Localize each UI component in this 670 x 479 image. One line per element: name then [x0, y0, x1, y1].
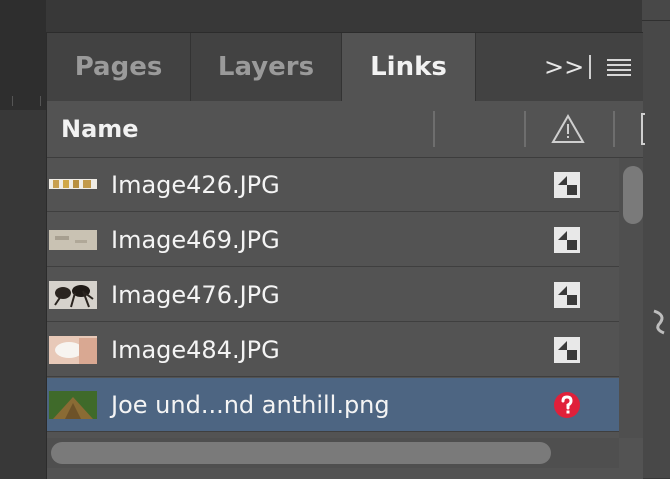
page-link-icon[interactable] [553, 336, 581, 364]
list-item[interactable]: Image476.JPG [47, 268, 619, 322]
link-filename: Image484.JPG [111, 336, 280, 364]
image-thumbnail [49, 391, 97, 419]
list-item[interactable]: Image426.JPG [47, 158, 619, 212]
tab-pages[interactable]: Pages [47, 33, 191, 101]
list-item[interactable]: Image484.JPG [47, 323, 619, 377]
document-canvas [642, 0, 670, 478]
link-filename: Image469.JPG [111, 226, 280, 254]
column-header-page[interactable] [641, 113, 645, 145]
column-header-row: Name [47, 101, 645, 158]
horizontal-scrollbar[interactable] [47, 438, 619, 468]
page-link-icon[interactable] [553, 281, 581, 309]
image-thumbnail [49, 336, 97, 364]
tab-links[interactable]: Links [342, 33, 476, 101]
unlink-icon [653, 309, 665, 335]
list-item-selected[interactable]: Joe und...nd anthill.png [47, 378, 619, 432]
page-link-icon[interactable] [553, 171, 581, 199]
image-thumbnail [49, 281, 97, 309]
expand-panels-button[interactable]: >> [544, 53, 584, 81]
list-item[interactable]: Image469.JPG [47, 213, 619, 267]
link-filename: Image426.JPG [111, 171, 280, 199]
missing-link-icon[interactable] [553, 391, 581, 419]
ruler-strip [0, 0, 46, 110]
tab-layers[interactable]: Layers [191, 33, 342, 101]
links-panel: Pages Layers Links >> Name Image426.JPG … [46, 32, 645, 479]
tabbar-separator [589, 55, 591, 79]
panel-menu-icon[interactable] [605, 57, 633, 79]
horizontal-scrollbar-thumb[interactable] [51, 442, 551, 464]
alert-triangle-icon[interactable] [551, 113, 585, 145]
panel-tab-bar: Pages Layers Links >> [47, 33, 643, 101]
column-divider[interactable] [524, 111, 526, 147]
image-thumbnail [49, 230, 97, 250]
column-divider[interactable] [433, 111, 435, 147]
link-filename: Image476.JPG [111, 281, 280, 309]
link-filename: Joe und...nd anthill.png [111, 391, 390, 419]
links-list: Image426.JPG Image469.JPG Image476.JPG I… [47, 158, 619, 438]
page-link-icon[interactable] [553, 226, 581, 254]
image-thumbnail [49, 179, 97, 189]
column-divider[interactable] [613, 111, 615, 147]
vertical-scrollbar[interactable] [619, 158, 643, 438]
column-header-name[interactable]: Name [61, 101, 139, 157]
vertical-scrollbar-thumb[interactable] [623, 166, 643, 224]
